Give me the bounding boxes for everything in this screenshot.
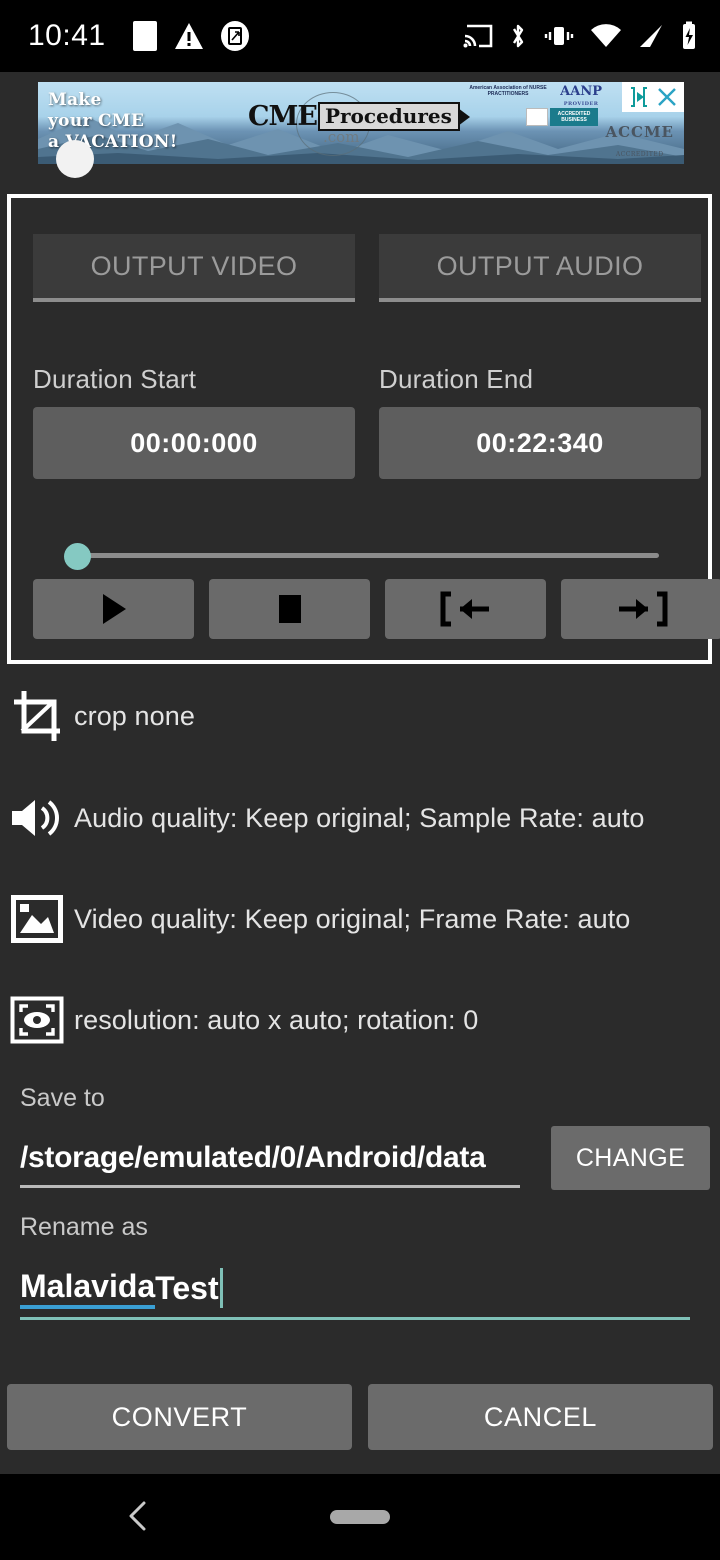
set-start-bracket-icon xyxy=(440,591,489,627)
option-label-crop: crop none xyxy=(74,700,195,731)
duration-start-value[interactable]: 00:00:000 xyxy=(33,407,355,479)
adchoices-icon[interactable] xyxy=(627,85,651,109)
status-bar-system-icons xyxy=(463,21,698,51)
screenshot-icon xyxy=(220,21,249,51)
duration-end-label: Duration End xyxy=(379,364,534,394)
sim-card-icon xyxy=(132,21,157,51)
option-row-crop[interactable]: crop none xyxy=(0,688,720,744)
clipped-thumbnail-circle xyxy=(56,140,94,178)
play-icon xyxy=(102,594,126,624)
ad-logo-sub: Procedures xyxy=(317,102,460,131)
text-cursor xyxy=(219,1267,223,1308)
set-end-bracket-icon xyxy=(618,591,667,627)
cellular-signal-icon xyxy=(640,25,662,47)
ad-accme-badge: ACCME ACCREDITED xyxy=(605,123,674,160)
back-chevron-icon[interactable] xyxy=(124,1500,154,1532)
phone-screen: 10:41 Make your CME a VACATION! CME Proc… xyxy=(0,0,720,1560)
option-row-video-quality[interactable]: Video quality: Keep original; Frame Rate… xyxy=(0,891,720,947)
output-video-spinner[interactable]: OUTPUT VIDEO xyxy=(33,234,355,302)
ad-accme-label: ACCME xyxy=(605,123,674,141)
ad-headline-line1: Make xyxy=(48,90,102,110)
output-format-spinners: OUTPUT VIDEO OUTPUT AUDIO xyxy=(33,234,701,302)
output-audio-spinner[interactable]: OUTPUT AUDIO xyxy=(379,234,701,302)
ad-headline-line2: your CME xyxy=(48,111,145,131)
play-button[interactable] xyxy=(33,579,194,639)
duration-end-value[interactable]: 00:22:340 xyxy=(379,407,701,479)
ad-logo-main: CME xyxy=(248,101,318,132)
rename-value-misspelled: Malavida xyxy=(20,1267,156,1309)
warning-triangle-icon xyxy=(174,23,203,49)
status-bar: 10:41 xyxy=(0,0,720,72)
set-start-button[interactable] xyxy=(385,579,546,639)
option-label-audio-quality: Audio quality: Keep original; Sample Rat… xyxy=(74,802,645,833)
convert-button[interactable]: CONVERT xyxy=(7,1384,352,1450)
ad-logo-tld: .com xyxy=(323,128,360,146)
seek-thumb[interactable] xyxy=(64,543,91,570)
playback-controls xyxy=(33,579,720,639)
ad-bbb-seal-icon xyxy=(526,108,548,126)
ad-bbb-badge: ACCREDITED BUSINESS xyxy=(526,108,598,126)
save-to-row: /storage/emulated/0/Android/data CHANGE xyxy=(20,1126,710,1192)
save-path-value: /storage/emulated/0/Android/data xyxy=(20,1140,486,1174)
set-end-button[interactable] xyxy=(561,579,720,639)
ad-aanp-label: AANP xyxy=(560,84,602,99)
rename-value-rest: Test xyxy=(155,1269,219,1306)
output-audio-label: OUTPUT AUDIO xyxy=(436,250,644,281)
image-icon xyxy=(0,895,74,943)
dialog-actions: CONVERT CANCEL xyxy=(7,1384,713,1450)
player-panel: OUTPUT VIDEO OUTPUT AUDIO Duration Start… xyxy=(7,194,720,664)
status-bar-clock: 10:41 xyxy=(28,19,106,52)
duration-start-group: Duration Start 00:00:000 xyxy=(33,364,355,479)
ad-controls xyxy=(622,82,684,112)
option-row-audio-quality[interactable]: Audio quality: Keep original; Sample Rat… xyxy=(0,790,720,846)
seek-bar[interactable] xyxy=(59,541,659,571)
duration-fields: Duration Start 00:00:000 Duration End 00… xyxy=(33,364,701,479)
rename-as-label: Rename as xyxy=(20,1213,148,1241)
duration-start-label: Duration Start xyxy=(33,364,197,394)
status-bar-notification-icons xyxy=(132,20,250,52)
stop-button[interactable] xyxy=(209,579,370,639)
wifi-icon xyxy=(591,24,621,47)
change-folder-button[interactable]: CHANGE xyxy=(551,1126,710,1190)
output-video-label: OUTPUT VIDEO xyxy=(90,250,298,281)
option-label-resolution: resolution: auto x auto; rotation: 0 xyxy=(74,1004,479,1035)
rename-input[interactable]: Malavida Test xyxy=(20,1258,690,1320)
battery-charging-icon xyxy=(683,21,695,49)
crop-icon xyxy=(0,689,74,743)
save-to-label: Save to xyxy=(20,1084,105,1112)
cancel-button[interactable]: CANCEL xyxy=(368,1384,713,1450)
duration-end-group: Duration End 00:22:340 xyxy=(379,364,701,479)
ad-association-badge: American Association of NURSE PRACTITION… xyxy=(469,85,547,97)
ad-bbb-label: ACCREDITED BUSINESS xyxy=(550,108,598,126)
bluetooth-icon xyxy=(512,24,524,48)
option-row-resolution[interactable]: resolution: auto x auto; rotation: 0 xyxy=(0,992,720,1048)
ad-aanp-badge: AANP PROVIDER xyxy=(560,84,602,110)
vibrate-icon xyxy=(544,27,574,45)
home-pill-icon[interactable] xyxy=(330,1510,390,1524)
resolution-eye-icon xyxy=(0,996,74,1044)
stop-icon xyxy=(278,595,301,623)
ad-accme-sublabel: ACCREDITED xyxy=(615,151,664,158)
close-icon[interactable] xyxy=(655,85,679,109)
seek-track xyxy=(75,553,659,558)
cast-icon xyxy=(463,24,493,48)
save-path-input[interactable]: /storage/emulated/0/Android/data xyxy=(20,1130,520,1188)
ad-banner[interactable]: Make your CME a VACATION! CME Procedures… xyxy=(38,82,684,164)
speaker-icon xyxy=(0,796,74,840)
rename-row: Malavida Test xyxy=(20,1258,690,1322)
system-navigation-bar xyxy=(0,1474,720,1560)
option-label-video-quality: Video quality: Keep original; Frame Rate… xyxy=(74,903,631,934)
